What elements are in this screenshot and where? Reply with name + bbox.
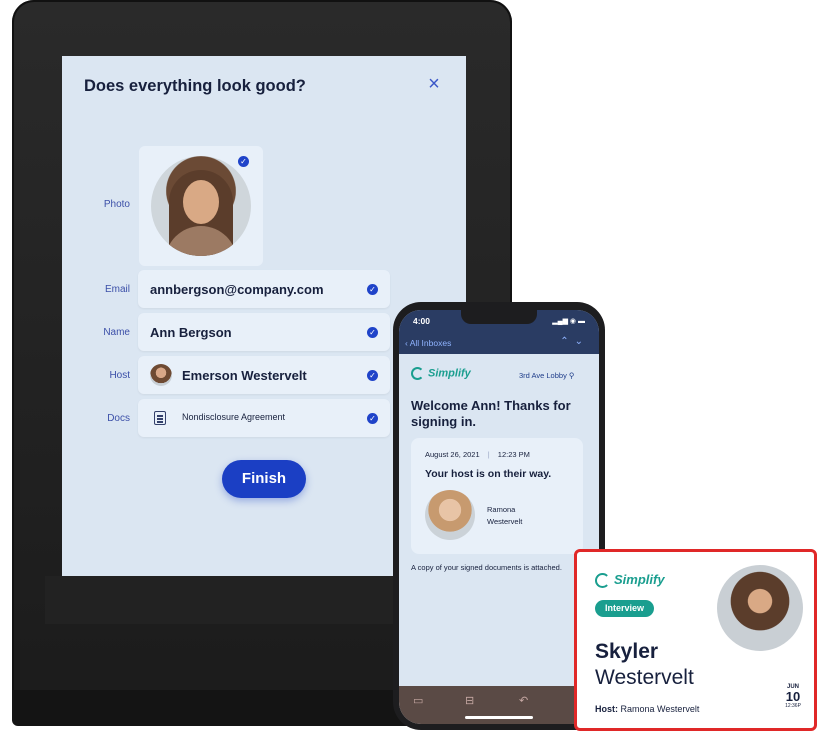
document-icon: [154, 411, 166, 425]
logo-icon: [595, 573, 610, 589]
host-photo: [425, 490, 475, 540]
badge-photo: [717, 565, 803, 651]
badge-host-name: Ramona Westervelt: [620, 704, 700, 714]
docs-value: Nondisclosure Agreement: [182, 412, 286, 422]
attachment-note: A copy of your signed documents is attac…: [411, 563, 562, 572]
visit-type-badge: Interview: [595, 600, 655, 617]
badge-logo: Simplify: [595, 572, 665, 589]
lobby-location: 3rd Ave Lobby ⚲: [519, 371, 574, 380]
archive-icon[interactable]: ▭: [413, 694, 423, 707]
host-label: Host: [109, 370, 130, 381]
host-name: Ramona Westervelt: [487, 504, 522, 528]
check-icon: ✓: [367, 413, 378, 424]
host-value: Emerson Westervelt: [182, 368, 307, 383]
host-first-name: Ramona: [487, 505, 516, 514]
phone-notch: [461, 310, 537, 324]
logo-icon: [411, 367, 424, 380]
docs-label: Docs: [107, 413, 130, 424]
host-message: Your host is on their way.: [425, 468, 552, 480]
badge-logo-text: Simplify: [614, 572, 665, 587]
location-pin-icon: ⚲: [568, 371, 575, 380]
message-nav-arrows[interactable]: ⌃⌄: [560, 336, 589, 347]
status-bar: 4:00 ▂▄▆ ◉ ▬: [399, 310, 599, 334]
mail-nav-bar: ‹ All Inboxes ⌃⌄: [399, 334, 599, 354]
badge-first-name: Skyler: [595, 640, 659, 663]
name-field[interactable]: Ann Bergson ✓: [138, 313, 390, 351]
home-indicator: [465, 716, 533, 719]
lobby-label: 3rd Ave Lobby: [519, 371, 567, 380]
phone-screen: 4:00 ▂▄▆ ◉ ▬ ‹ All Inboxes ⌃⌄ Simplify 3…: [399, 310, 599, 724]
signal-icon: ▂▄▆ ◉ ▬: [552, 318, 585, 325]
badge-host-label: Host:: [595, 704, 618, 714]
folder-icon[interactable]: ⊟: [465, 694, 474, 707]
badge-last-name: Westervelt: [595, 666, 694, 689]
check-icon: ✓: [367, 370, 378, 381]
time-text: 12:23 PM: [497, 450, 530, 459]
badge-date: JUN 10 12:36P: [775, 684, 811, 709]
reply-icon[interactable]: ↶: [519, 694, 528, 707]
dialog-title: Does everything look good?: [84, 77, 306, 95]
simplify-logo: Simplify: [411, 367, 471, 380]
check-icon: ✓: [367, 284, 378, 295]
name-label: Name: [103, 327, 130, 338]
host-avatar: [150, 364, 172, 386]
visitor-photo: [151, 156, 251, 256]
host-field[interactable]: Emerson Westervelt ✓: [138, 356, 390, 394]
back-to-inboxes-link[interactable]: ‹ All Inboxes: [405, 338, 451, 348]
back-label: All Inboxes: [409, 338, 452, 348]
logo-text: Simplify: [428, 367, 471, 380]
email-label: Email: [104, 284, 130, 295]
name-value: Ann Bergson: [150, 325, 232, 340]
status-time: 4:00: [413, 316, 431, 326]
check-icon: ✓: [367, 327, 378, 338]
finish-button[interactable]: Finish: [222, 460, 306, 498]
message-date: August 26, 2021 | 12:23 PM: [425, 450, 530, 459]
badge-day: 10: [785, 689, 801, 704]
check-icon: ✓: [238, 156, 249, 167]
visitor-badge: Simplify Interview Skyler Westervelt Hos…: [574, 549, 817, 731]
close-icon[interactable]: ×: [426, 74, 442, 94]
date-text: August 26, 2021: [425, 450, 480, 459]
host-notification-card: August 26, 2021 | 12:23 PM Your host is …: [411, 438, 583, 554]
host-last-name: Westervelt: [487, 517, 523, 526]
photo-card[interactable]: ✓: [139, 146, 263, 266]
welcome-heading: Welcome Ann! Thanks for signing in.: [411, 398, 571, 429]
photo-label: Photo: [103, 199, 130, 210]
docs-field[interactable]: Nondisclosure Agreement ✓: [138, 399, 390, 437]
badge-host: Host: Ramona Westervelt: [595, 704, 699, 714]
badge-time: 12:36P: [785, 703, 801, 709]
email-value: annbergson@company.com: [150, 282, 324, 297]
email-field[interactable]: annbergson@company.com ✓: [138, 270, 390, 308]
